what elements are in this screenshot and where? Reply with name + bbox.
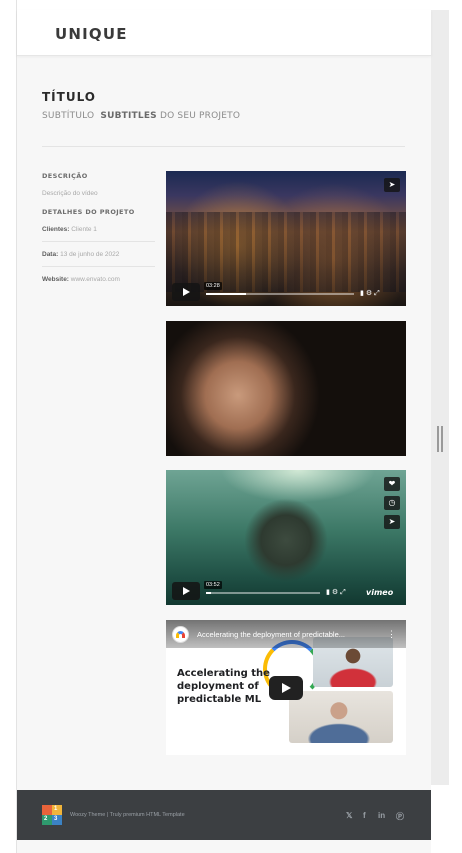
project-details: DESCRIÇÃO Descrição do vídeo DETALHES DO…	[42, 172, 155, 283]
like-icon[interactable]: ❤	[384, 477, 400, 491]
page-left-margin	[0, 0, 17, 853]
right-gutter	[431, 10, 449, 785]
facebook-icon[interactable]: f	[363, 811, 366, 820]
pinterest-icon[interactable]: Ⓟ	[396, 811, 404, 822]
date-row: Data: 13 de junho de 2022	[42, 251, 155, 258]
date-label: Data:	[42, 251, 59, 258]
video-controls-icons[interactable]: ▮⚙⤢	[326, 588, 348, 597]
watch-later-icon[interactable]: ◷	[384, 496, 400, 510]
footer-logo[interactable]: 1 2 3	[42, 805, 62, 825]
logo-digit: 2	[44, 816, 48, 822]
logo-digit: 1	[54, 806, 58, 812]
project-subtitle: SUBTÍTULO SUBTITLES DO SEU PROJETO	[42, 111, 240, 121]
website-link[interactable]: www.envato.com	[71, 276, 120, 283]
more-options-icon[interactable]: ⋮	[387, 629, 396, 640]
description-heading: DESCRIÇÃO	[42, 172, 88, 180]
youtube-play-button[interactable]	[269, 676, 303, 700]
site-footer: 1 2 3 Woozy Theme | Truly premium HTML T…	[17, 790, 431, 840]
video-thumbnail-face	[166, 321, 406, 456]
scroll-handle[interactable]	[437, 426, 443, 452]
share-icon[interactable]: ➤	[384, 178, 400, 192]
logo-digit: 3	[54, 816, 58, 822]
client-value: Cliente 1	[71, 226, 97, 233]
settings-icon[interactable]: ⚙	[332, 589, 340, 596]
linkedin-icon[interactable]: in	[378, 811, 385, 820]
youtube-video-title[interactable]: Accelerating the deployment of predictab…	[197, 630, 382, 639]
divider	[42, 146, 405, 147]
details-separator	[42, 241, 155, 242]
video-time: 03:52	[204, 581, 222, 589]
play-button[interactable]	[172, 582, 200, 600]
video-player-4[interactable]: Accelerating the deployment of predictab…	[166, 620, 406, 755]
details-heading: DETALHES DO PROJETO	[42, 208, 135, 216]
channel-avatar-icon[interactable]	[172, 626, 189, 643]
twitter-icon[interactable]: 𝕏	[346, 811, 352, 820]
page-container: UNIQUE TÍTULO SUBTÍTULO SUBTITLES DO SEU…	[17, 10, 431, 853]
video-time: 03:28	[204, 282, 222, 290]
fullscreen-icon[interactable]: ⤢	[374, 290, 382, 297]
youtube-title-bar: Accelerating the deployment of predictab…	[166, 620, 406, 648]
client-label: Clientes:	[42, 226, 70, 233]
client-row: Clientes: Cliente 1	[42, 226, 155, 233]
subtitle-suffix: DO SEU PROJETO	[159, 111, 241, 121]
video-player-2[interactable]	[166, 321, 406, 456]
video-controls-icons[interactable]: ▮⚙⤢	[360, 289, 382, 298]
share-icon[interactable]: ➤	[384, 515, 400, 529]
play-button[interactable]	[172, 283, 200, 301]
video-progress-bar[interactable]	[206, 293, 354, 295]
website-row: Website: www.envato.com	[42, 276, 155, 283]
vimeo-logo[interactable]: vimeo	[366, 588, 393, 597]
website-label: Website:	[42, 276, 69, 283]
settings-icon[interactable]: ⚙	[366, 290, 374, 297]
fullscreen-icon[interactable]: ⤢	[340, 589, 348, 596]
date-value: 13 de junho de 2022	[60, 251, 120, 258]
details-separator	[42, 266, 155, 267]
video-progress-bar[interactable]	[206, 592, 320, 594]
description-text: Descrição do vídeo	[42, 190, 98, 197]
video-player-1[interactable]: ➤ 03:28 ▮⚙⤢	[166, 171, 406, 306]
site-logo[interactable]: UNIQUE	[55, 25, 128, 43]
site-header: UNIQUE	[17, 10, 431, 56]
subtitle-bold: SUBTITLES	[100, 111, 157, 121]
video-player-3[interactable]: ❤ ◷ ➤ 03:52 ▮⚙⤢ vimeo	[166, 470, 406, 605]
speaker-thumbnail	[289, 691, 393, 743]
progress-fill	[206, 293, 246, 295]
progress-fill	[206, 592, 211, 594]
footer-copyright: Woozy Theme | Truly premium HTML Templat…	[70, 812, 185, 818]
project-title: TÍTULO	[42, 90, 96, 104]
video-thumbnail-city	[166, 212, 406, 292]
subtitle-prefix: SUBTÍTULO	[42, 111, 95, 121]
